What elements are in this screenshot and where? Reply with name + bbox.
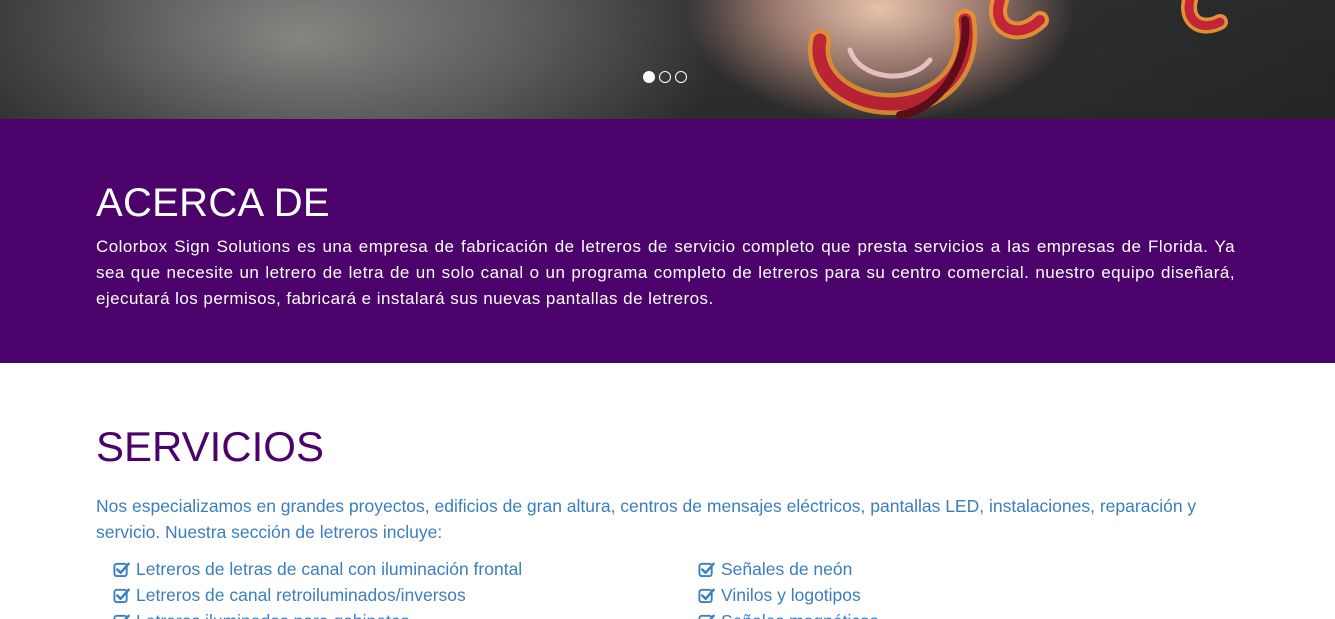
hero-overlay (0, 0, 1335, 119)
list-item-label: Vinilos y logotipos (721, 584, 861, 605)
slider-dot-1[interactable] (643, 71, 655, 83)
list-item-label: Letreros de canal retroiluminados/invers… (136, 584, 466, 605)
list-item-label: Señales de neón (721, 558, 853, 579)
about-title: ACERCA DE (96, 181, 330, 225)
check-square-icon (113, 614, 130, 619)
services-intro: Nos especializamos en grandes proyectos,… (96, 496, 1197, 542)
services-list-left: Letreros de letras de canal con iluminac… (113, 556, 522, 619)
check-square-icon (698, 614, 715, 619)
services-section: SERVICIOS Nos especializamos en grandes … (0, 363, 1335, 619)
slider-dot-3[interactable] (675, 71, 687, 83)
check-square-icon (698, 562, 715, 577)
about-text: Colorbox Sign Solutions es una empresa d… (96, 237, 1235, 308)
services-list-right: Señales de neón Vinilos y logotipos Seña… (698, 556, 879, 619)
check-square-icon (113, 588, 130, 603)
about-section: ACERCA DE Colorbox Sign Solutions es una… (0, 119, 1335, 363)
list-item-label: Señales magnéticas (721, 611, 879, 619)
check-square-icon (113, 562, 130, 577)
hero-slider[interactable] (0, 0, 1335, 119)
list-item: Letreros de canal retroiluminados/invers… (113, 582, 522, 608)
list-item: Señales de neón (698, 556, 879, 582)
list-item-label: Letreros de letras de canal con iluminac… (136, 558, 523, 579)
list-item: Vinilos y logotipos (698, 582, 879, 608)
slider-dot-2[interactable] (659, 71, 671, 83)
list-item: Letreros iluminados para gabinetes (113, 608, 522, 619)
list-item: Letreros de letras de canal con iluminac… (113, 556, 522, 582)
services-title: SERVICIOS (96, 423, 324, 470)
check-square-icon (698, 588, 715, 603)
list-item-label: Letreros iluminados para gabinetes (136, 611, 409, 619)
list-item: Señales magnéticas (698, 608, 879, 619)
slider-pagination (643, 71, 687, 83)
